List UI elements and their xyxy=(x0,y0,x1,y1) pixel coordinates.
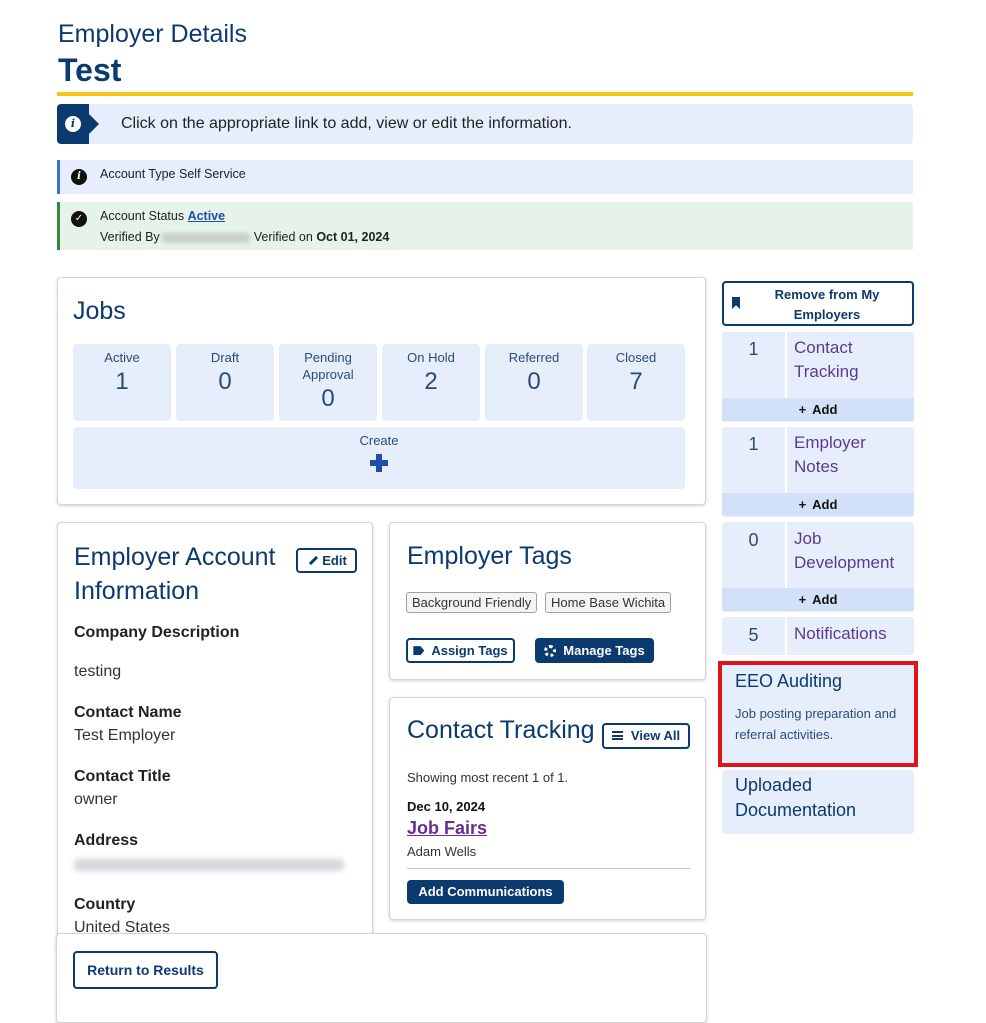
contact-date: Dec 10, 2024 xyxy=(407,799,486,814)
contact-tracking-heading: Contact Tracking xyxy=(407,716,595,744)
pencil-icon xyxy=(304,550,319,566)
jobs-heading: Jobs xyxy=(73,297,126,325)
list-icon xyxy=(611,731,623,741)
employer-notes-count: 1 xyxy=(748,434,759,454)
job-development-link[interactable]: Job Development xyxy=(794,527,904,575)
jobs-card: Jobs Active 1 Draft 0 Pending Approval 0… xyxy=(57,277,706,505)
contact-title-value: owner xyxy=(74,791,118,808)
contact-tracking-count: 1 xyxy=(748,339,759,359)
verified-on-label: Verified on xyxy=(253,230,313,244)
plus-icon: + xyxy=(798,497,807,512)
job-stat-draft[interactable]: Draft 0 xyxy=(176,344,274,421)
uploaded-documentation-title: Uploaded Documentation xyxy=(735,775,857,820)
job-stat-active[interactable]: Active 1 xyxy=(73,344,171,421)
eeo-auditing-description: Job posting preparation and referral act… xyxy=(735,706,897,742)
sidebar-item-notifications[interactable]: 5 Notifications xyxy=(722,617,914,655)
company-description-value: testing xyxy=(74,663,122,680)
tag-chip: Home Base Wichita xyxy=(545,592,672,613)
contact-name-value: Test Employer xyxy=(74,727,176,744)
account-status-label: Account Status xyxy=(100,209,185,223)
page-title: Test xyxy=(58,52,122,88)
contact-tracking-link[interactable]: Contact Tracking xyxy=(794,336,904,384)
account-status-link[interactable]: Active xyxy=(188,209,226,223)
contact-title-label: Contact Title xyxy=(74,768,171,785)
divider xyxy=(407,868,690,869)
tag-icon xyxy=(413,646,425,656)
plus-icon: + xyxy=(798,592,807,607)
job-stat-pending-approval[interactable]: Pending Approval 0 xyxy=(279,344,377,421)
assign-tags-button[interactable]: Assign Tags xyxy=(406,638,515,663)
notifications-count: 5 xyxy=(748,625,759,645)
sidebar-item-contact-tracking[interactable]: 1 Contact Tracking + Add xyxy=(722,332,914,422)
add-communications-button[interactable]: Add Communications xyxy=(407,880,564,904)
redacted-address xyxy=(74,859,344,871)
verified-on-date: Oct 01, 2024 xyxy=(316,230,390,244)
account-info-heading: Employer Account Information xyxy=(74,543,276,605)
add-contact-tracking-button[interactable]: + Add xyxy=(722,398,914,421)
plus-icon xyxy=(370,454,388,472)
sidebar-item-uploaded-documentation[interactable]: Uploaded Documentation xyxy=(722,770,914,834)
contact-name-label: Contact Name xyxy=(74,704,182,721)
sidebar-item-eeo-auditing[interactable]: EEO Auditing Job posting preparation and… xyxy=(718,661,918,767)
add-job-development-button[interactable]: + Add xyxy=(722,588,914,611)
company-description-label: Company Description xyxy=(74,624,240,641)
job-stat-closed[interactable]: Closed 7 xyxy=(587,344,685,421)
showing-count: Showing most recent 1 of 1. xyxy=(407,770,569,785)
check-circle-icon: ✓ xyxy=(71,211,87,227)
info-icon: i xyxy=(71,169,87,185)
plus-icon: + xyxy=(798,402,807,417)
footer-card: Return to Results xyxy=(56,933,707,1023)
page-subtitle: Employer Details xyxy=(58,20,247,48)
info-banner-text: Click on the appropriate link to add, vi… xyxy=(121,115,572,132)
redacted-name xyxy=(161,232,250,243)
address-label: Address xyxy=(74,832,139,849)
info-banner: i Click on the appropriate link to add, … xyxy=(57,104,913,144)
header-divider xyxy=(57,92,913,96)
notifications-link[interactable]: Notifications xyxy=(794,622,887,646)
sidebar-item-job-development[interactable]: 0 Job Development + Add xyxy=(722,522,914,612)
create-job-button[interactable]: Create xyxy=(73,427,685,489)
job-stat-referred[interactable]: Referred 0 xyxy=(485,344,583,421)
bookmark-icon xyxy=(732,297,740,309)
job-development-count: 0 xyxy=(748,530,759,550)
view-all-button[interactable]: View All xyxy=(602,723,690,749)
sidebar-item-employer-notes[interactable]: 1 Employer Notes + Add xyxy=(722,427,914,517)
employer-notes-link[interactable]: Employer Notes xyxy=(794,431,904,479)
job-stat-on-hold[interactable]: On Hold 2 xyxy=(382,344,480,421)
edit-button[interactable]: Edit xyxy=(296,548,357,573)
contact-person: Adam Wells xyxy=(407,844,477,859)
account-status-alert: ✓ Account Status Active Verified By Verif… xyxy=(57,202,913,250)
return-to-results-button[interactable]: Return to Results xyxy=(73,951,218,989)
verified-by-label: Verified By xyxy=(100,230,160,244)
employer-account-card: Employer Account Information Edit Compan… xyxy=(57,522,373,952)
add-employer-notes-button[interactable]: + Add xyxy=(722,493,914,516)
contact-entry-link[interactable]: Job Fairs xyxy=(407,818,487,839)
tags-heading: Employer Tags xyxy=(407,542,572,570)
account-type-alert: i Account Type Self Service xyxy=(57,160,913,194)
account-type-value: Self Service xyxy=(179,167,246,181)
country-label: Country xyxy=(74,896,136,913)
account-type-label: Account Type xyxy=(100,167,176,181)
info-icon: i xyxy=(65,116,81,132)
manage-tags-button[interactable]: Manage Tags xyxy=(535,638,654,663)
contact-tracking-card: Contact Tracking View All Showing most r… xyxy=(389,697,706,920)
eeo-auditing-title: EEO Auditing xyxy=(735,671,843,691)
employer-tags-card: Employer Tags Background Friendly Home B… xyxy=(389,522,706,680)
tag-chip: Background Friendly xyxy=(406,592,538,613)
remove-from-my-employers-button[interactable]: Remove from My Employers xyxy=(722,281,914,326)
gear-icon xyxy=(544,644,557,657)
